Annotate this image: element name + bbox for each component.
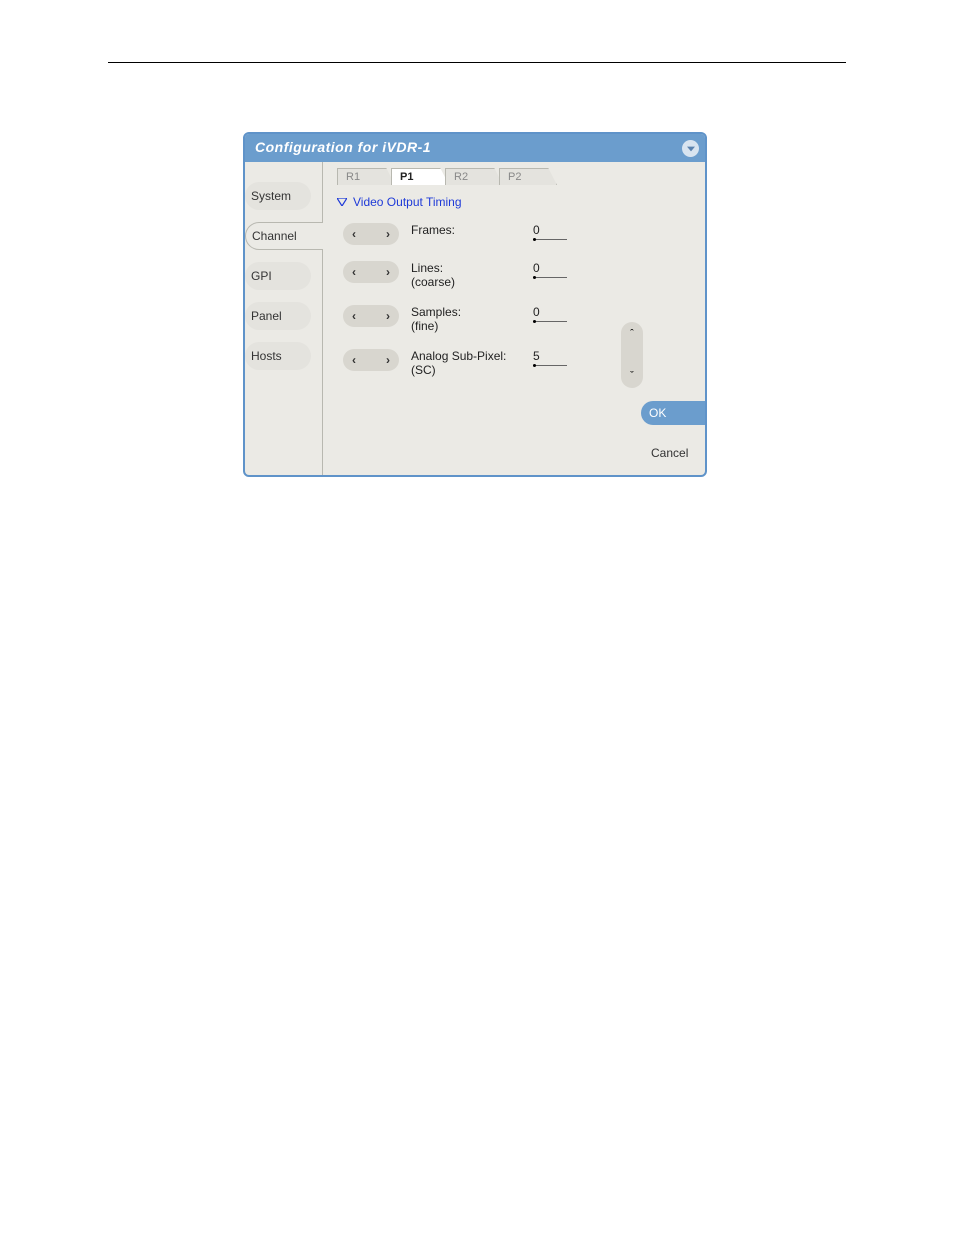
param-analog-subpixel: ‹ › Analog Sub-Pixel: (SC) 5: [343, 349, 643, 377]
param-list: ‹ › Frames: 0 ‹ ›: [337, 223, 643, 377]
samples-label: Samples: (fine): [411, 305, 521, 333]
channel-tabs: R1 P1 R2 P2: [337, 168, 643, 185]
section-header[interactable]: Video Output Timing: [337, 195, 643, 209]
section-scroller[interactable]: ˆ ˇ: [621, 322, 643, 388]
sidebar-item-hosts[interactable]: Hosts: [245, 342, 311, 370]
frames-label: Frames:: [411, 223, 521, 237]
dialog-title: Configuration for iVDR-1: [255, 139, 431, 155]
param-lines: ‹ › Lines: (coarse) 0: [343, 261, 643, 289]
sidebar-item-system[interactable]: System: [245, 182, 311, 210]
frames-value[interactable]: 0: [533, 223, 565, 241]
chevron-down-icon: [687, 146, 695, 152]
tab-r2[interactable]: R2: [445, 168, 503, 185]
scroll-up-icon[interactable]: ˆ: [630, 328, 634, 340]
lines-label: Lines: (coarse): [411, 261, 521, 289]
inc-icon[interactable]: ›: [386, 309, 390, 323]
analog-subpixel-value[interactable]: 5: [533, 349, 565, 367]
analog-subpixel-label: Analog Sub-Pixel: (SC): [411, 349, 521, 377]
inc-icon[interactable]: ›: [386, 265, 390, 279]
action-buttons: OK Cancel: [649, 162, 705, 475]
config-dialog: Configuration for iVDR-1 System Channel …: [243, 132, 707, 477]
samples-value[interactable]: 0: [533, 305, 565, 323]
samples-stepper[interactable]: ‹ ›: [343, 305, 399, 327]
frames-stepper[interactable]: ‹ ›: [343, 223, 399, 245]
analog-subpixel-stepper[interactable]: ‹ ›: [343, 349, 399, 371]
titlebar-dropdown-button[interactable]: [682, 140, 699, 157]
dec-icon[interactable]: ‹: [352, 309, 356, 323]
sidebar-item-panel[interactable]: Panel: [245, 302, 311, 330]
inc-icon[interactable]: ›: [386, 353, 390, 367]
triangle-down-icon: [337, 198, 347, 206]
dec-icon[interactable]: ‹: [352, 265, 356, 279]
tab-p1[interactable]: P1: [391, 168, 449, 185]
param-samples: ‹ › Samples: (fine) 0: [343, 305, 643, 333]
sidebar-item-gpi[interactable]: GPI: [245, 262, 311, 290]
tab-r1[interactable]: R1: [337, 168, 395, 185]
page-divider: [108, 62, 846, 63]
dec-icon[interactable]: ‹: [352, 353, 356, 367]
inc-icon[interactable]: ›: [386, 227, 390, 241]
param-frames: ‹ › Frames: 0: [343, 223, 643, 245]
dialog-body: System Channel GPI Panel Hosts R1 P1 R2 …: [245, 162, 705, 475]
ok-button[interactable]: OK: [641, 401, 705, 425]
lines-value[interactable]: 0: [533, 261, 565, 279]
sidebar: System Channel GPI Panel Hosts: [245, 162, 323, 475]
dialog-titlebar: Configuration for iVDR-1: [245, 134, 705, 162]
sidebar-item-channel[interactable]: Channel: [245, 222, 323, 250]
main-panel: R1 P1 R2 P2 Video Output Timing ‹ › Fram…: [322, 162, 649, 475]
tab-p2[interactable]: P2: [499, 168, 557, 185]
scroll-down-icon[interactable]: ˇ: [630, 370, 634, 382]
section-title: Video Output Timing: [353, 195, 462, 209]
lines-stepper[interactable]: ‹ ›: [343, 261, 399, 283]
cancel-button[interactable]: Cancel: [649, 441, 705, 465]
dec-icon[interactable]: ‹: [352, 227, 356, 241]
